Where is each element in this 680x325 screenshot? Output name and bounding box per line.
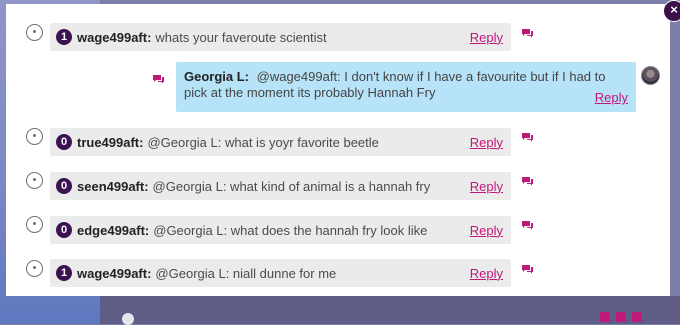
comment-username[interactable]: wage499aft: — [77, 266, 151, 281]
user-avatar-icon — [26, 24, 43, 41]
chat-bubble-icon[interactable] — [521, 28, 534, 38]
user-avatar-icon — [26, 128, 43, 145]
user-avatar-icon — [26, 216, 43, 233]
reply-count-badge: 1 — [56, 265, 72, 281]
chat-bubble-icon[interactable] — [521, 176, 534, 186]
comment-bubble: 0 seen499aft: @Georgia L: what kind of a… — [50, 172, 511, 200]
comment-text: whats your faveroute scientist — [155, 29, 327, 45]
comment-bubble: 1 wage499aft: @Georgia L: niall dunne fo… — [50, 259, 511, 287]
comment-username[interactable]: wage499aft: — [77, 30, 151, 45]
user-avatar-icon — [26, 260, 43, 277]
chat-bubble-icon[interactable] — [521, 264, 534, 274]
comment-text: @Georgia L: niall dunne for me — [155, 265, 337, 281]
comment-username[interactable]: seen499aft: — [77, 179, 149, 194]
reply-count-badge: 0 — [56, 178, 72, 194]
reply-link[interactable]: Reply — [470, 179, 503, 194]
comment-thread-panel: 1 wage499aft: whats your faveroute scien… — [6, 4, 670, 296]
comment-text: @Georgia L: what is yoyr favorite beetle — [147, 134, 379, 150]
reply-count-badge: 0 — [56, 222, 72, 238]
reply-count-badge: 0 — [56, 134, 72, 150]
user-avatar — [641, 66, 660, 85]
comment-username[interactable]: true499aft: — [77, 135, 143, 150]
reply-link[interactable]: Reply — [595, 90, 628, 106]
reply-link[interactable]: Reply — [470, 223, 503, 238]
background-page-strip — [100, 296, 680, 325]
chat-bubble-icon[interactable] — [521, 132, 534, 142]
background-action-icons — [600, 312, 642, 322]
reply-link[interactable]: Reply — [470, 30, 503, 45]
comment-bubble: 0 edge499aft: @Georgia L: what does the … — [50, 216, 511, 244]
chat-bubble-icon[interactable] — [152, 71, 165, 89]
close-button[interactable]: × — [663, 0, 680, 22]
reply-link[interactable]: Reply — [470, 135, 503, 150]
reply-username[interactable]: Georgia L: — [184, 69, 249, 84]
comment-bubble: 1 wage499aft: whats your faveroute scien… — [50, 23, 511, 51]
background-avatar-icon — [122, 313, 134, 325]
comment-bubble: 0 true499aft: @Georgia L: what is yoyr f… — [50, 128, 511, 156]
user-avatar-icon — [26, 172, 43, 189]
chat-bubble-icon[interactable] — [521, 220, 534, 230]
comment-text: @Georgia L: what does the hannah fry loo… — [153, 222, 428, 238]
my-reply-bubble: Georgia L: @wage499aft: I don't know if … — [176, 62, 636, 112]
comment-text: @Georgia L: what kind of animal is a han… — [152, 178, 431, 194]
reply-link[interactable]: Reply — [470, 266, 503, 281]
comment-username[interactable]: edge499aft: — [77, 223, 149, 238]
reply-count-badge: 1 — [56, 29, 72, 45]
